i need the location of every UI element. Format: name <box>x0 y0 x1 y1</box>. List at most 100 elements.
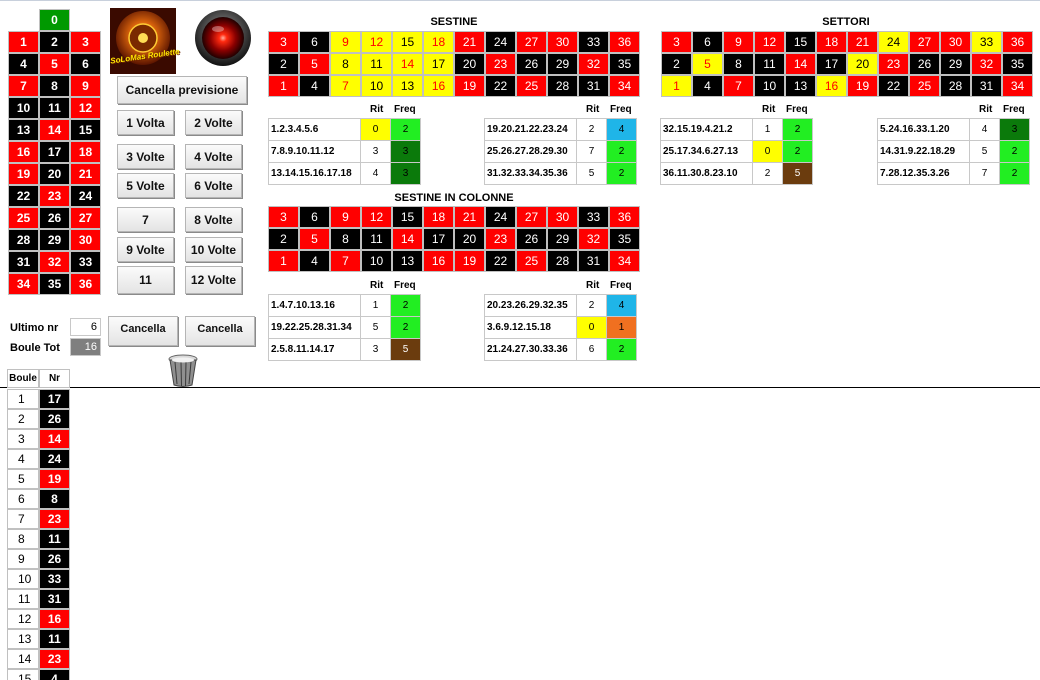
grid-number[interactable]: 27 <box>516 31 547 53</box>
grid-number[interactable]: 6 <box>299 31 330 53</box>
grid-number[interactable]: 22 <box>485 75 516 97</box>
grid-number[interactable]: 29 <box>547 53 578 75</box>
roulette-number[interactable]: 1 <box>8 31 39 53</box>
roulette-zero[interactable]: 0 <box>39 9 70 31</box>
roulette-number[interactable]: 15 <box>70 119 101 141</box>
grid-number[interactable]: 18 <box>423 206 454 228</box>
roulette-number[interactable]: 4 <box>8 53 39 75</box>
cancella-button-1[interactable]: Cancella <box>108 316 178 346</box>
roulette-number[interactable]: 11 <box>39 97 70 119</box>
grid-number[interactable]: 23 <box>878 53 909 75</box>
grid-number[interactable]: 6 <box>299 206 330 228</box>
grid-number[interactable]: 31 <box>578 250 609 272</box>
grid-number[interactable]: 33 <box>971 31 1002 53</box>
grid-number[interactable]: 30 <box>940 31 971 53</box>
grid-number[interactable]: 36 <box>1002 31 1033 53</box>
volte-button[interactable]: 5 Volte <box>117 173 174 198</box>
grid-number[interactable]: 14 <box>785 53 816 75</box>
grid-number[interactable]: 24 <box>878 31 909 53</box>
roulette-number[interactable]: 14 <box>39 119 70 141</box>
roulette-number[interactable]: 19 <box>8 163 39 185</box>
grid-number[interactable]: 6 <box>692 31 723 53</box>
roulette-number[interactable]: 7 <box>8 75 39 97</box>
roulette-number[interactable]: 32 <box>39 251 70 273</box>
roulette-number[interactable]: 23 <box>39 185 70 207</box>
grid-number[interactable]: 14 <box>392 228 423 250</box>
cancella-previsione-button[interactable]: Cancella previsione <box>117 76 247 104</box>
grid-number[interactable]: 11 <box>361 53 392 75</box>
grid-number[interactable]: 15 <box>785 31 816 53</box>
grid-number[interactable]: 7 <box>330 250 361 272</box>
grid-number[interactable]: 16 <box>423 250 454 272</box>
grid-number[interactable]: 30 <box>547 31 578 53</box>
grid-number[interactable]: 20 <box>454 228 485 250</box>
roulette-number[interactable]: 26 <box>39 207 70 229</box>
grid-number[interactable]: 25 <box>909 75 940 97</box>
grid-number[interactable]: 9 <box>723 31 754 53</box>
volte-button[interactable]: 6 Volte <box>185 173 242 198</box>
grid-number[interactable]: 26 <box>516 53 547 75</box>
grid-number[interactable]: 16 <box>816 75 847 97</box>
grid-number[interactable]: 12 <box>361 206 392 228</box>
grid-number[interactable]: 20 <box>847 53 878 75</box>
roulette-number[interactable]: 12 <box>70 97 101 119</box>
roulette-number[interactable]: 24 <box>70 185 101 207</box>
grid-number[interactable]: 7 <box>723 75 754 97</box>
grid-number[interactable]: 15 <box>392 31 423 53</box>
grid-number[interactable]: 4 <box>692 75 723 97</box>
grid-number[interactable]: 11 <box>361 228 392 250</box>
grid-number[interactable]: 10 <box>361 75 392 97</box>
roulette-number[interactable]: 13 <box>8 119 39 141</box>
grid-number[interactable]: 32 <box>971 53 1002 75</box>
grid-number[interactable]: 2 <box>661 53 692 75</box>
grid-number[interactable]: 31 <box>578 75 609 97</box>
roulette-number[interactable]: 35 <box>39 273 70 295</box>
grid-number[interactable]: 19 <box>454 250 485 272</box>
grid-number[interactable]: 13 <box>392 250 423 272</box>
grid-number[interactable]: 20 <box>454 53 485 75</box>
grid-number[interactable]: 28 <box>547 250 578 272</box>
grid-number[interactable]: 5 <box>299 53 330 75</box>
roulette-number[interactable]: 30 <box>70 229 101 251</box>
roulette-number[interactable]: 10 <box>8 97 39 119</box>
grid-number[interactable]: 13 <box>785 75 816 97</box>
grid-number[interactable]: 3 <box>268 206 299 228</box>
grid-number[interactable]: 22 <box>878 75 909 97</box>
grid-number[interactable]: 8 <box>330 53 361 75</box>
roulette-number[interactable]: 5 <box>39 53 70 75</box>
volte-button[interactable]: 4 Volte <box>185 144 242 169</box>
grid-number[interactable]: 1 <box>661 75 692 97</box>
grid-number[interactable]: 19 <box>454 75 485 97</box>
roulette-number[interactable]: 36 <box>70 273 101 295</box>
grid-number[interactable]: 9 <box>330 206 361 228</box>
roulette-number[interactable]: 33 <box>70 251 101 273</box>
grid-number[interactable]: 2 <box>268 228 299 250</box>
cancella-button-2[interactable]: Cancella <box>185 316 255 346</box>
grid-number[interactable]: 25 <box>516 250 547 272</box>
roulette-number[interactable]: 6 <box>70 53 101 75</box>
roulette-number[interactable]: 3 <box>70 31 101 53</box>
grid-number[interactable]: 35 <box>609 53 640 75</box>
grid-number[interactable]: 28 <box>940 75 971 97</box>
grid-number[interactable]: 23 <box>485 228 516 250</box>
roulette-number[interactable]: 8 <box>39 75 70 97</box>
grid-number[interactable]: 1 <box>268 75 299 97</box>
grid-number[interactable]: 3 <box>661 31 692 53</box>
roulette-number[interactable]: 9 <box>70 75 101 97</box>
roulette-number[interactable]: 16 <box>8 141 39 163</box>
grid-number[interactable]: 25 <box>516 75 547 97</box>
volte-button[interactable]: 12 Volte <box>185 266 242 294</box>
roulette-number[interactable]: 28 <box>8 229 39 251</box>
grid-number[interactable]: 35 <box>1002 53 1033 75</box>
grid-number[interactable]: 12 <box>361 31 392 53</box>
grid-number[interactable]: 19 <box>847 75 878 97</box>
grid-number[interactable]: 10 <box>361 250 392 272</box>
grid-number[interactable]: 26 <box>516 228 547 250</box>
grid-number[interactable]: 16 <box>423 75 454 97</box>
grid-number[interactable]: 21 <box>454 206 485 228</box>
grid-number[interactable]: 12 <box>754 31 785 53</box>
grid-number[interactable]: 33 <box>578 206 609 228</box>
grid-number[interactable]: 2 <box>268 53 299 75</box>
grid-number[interactable]: 7 <box>330 75 361 97</box>
volte-button[interactable]: 1 Volta <box>117 110 174 135</box>
